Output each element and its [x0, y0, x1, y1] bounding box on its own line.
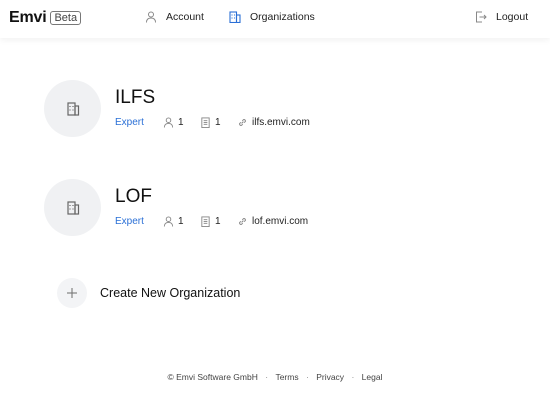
member-count-value: 1	[178, 216, 184, 227]
footer-separator: ·	[351, 372, 355, 382]
nav-organizations-label: Organizations	[250, 11, 315, 23]
page-count: 1	[200, 117, 237, 128]
page-count: 1	[200, 216, 237, 227]
building-icon	[229, 11, 241, 23]
organization-domain: ilfs.emvi.com	[252, 117, 310, 128]
nav-account[interactable]: Account	[145, 11, 204, 23]
page-count-value: 1	[215, 216, 221, 227]
logo[interactable]: Emvi Beta	[9, 9, 82, 27]
plan-badge: Expert	[115, 117, 144, 128]
user-icon	[163, 216, 174, 227]
organization-card: ILFS Expert 1 1 ilfs.emvi.com	[44, 80, 504, 138]
user-icon	[146, 11, 156, 23]
organization-avatar[interactable]	[44, 179, 101, 236]
legal-link[interactable]: Legal	[362, 372, 383, 382]
organization-domain: lof.emvi.com	[252, 216, 309, 227]
copyright-text: © Emvi Software GmbH	[167, 372, 258, 382]
organization-name[interactable]: LOF	[115, 186, 152, 208]
organization-card: LOF Expert 1 1 lof.emvi.com	[44, 179, 504, 237]
organization-avatar[interactable]	[44, 80, 101, 137]
beta-badge: Beta	[50, 11, 82, 25]
member-count: 1	[163, 216, 200, 227]
organization-name[interactable]: ILFS	[115, 87, 155, 109]
building-icon	[66, 101, 79, 116]
terms-link[interactable]: Terms	[275, 372, 298, 382]
member-count-value: 1	[178, 117, 184, 128]
building-icon	[66, 200, 79, 215]
logout-icon	[476, 11, 487, 23]
footer-separator: ·	[265, 372, 269, 382]
privacy-link[interactable]: Privacy	[316, 372, 344, 382]
organization-domain-link[interactable]: ilfs.emvi.com	[237, 117, 310, 128]
page-count-value: 1	[215, 117, 221, 128]
organization-domain-link[interactable]: lof.emvi.com	[237, 216, 308, 227]
document-icon	[201, 117, 210, 128]
organization-meta: Expert 1 1 ilfs.emvi.com	[115, 117, 310, 128]
footer: © Emvi Software GmbH · Terms · Privacy ·…	[0, 372, 550, 382]
footer-separator: ·	[305, 372, 309, 382]
plan-badge: Expert	[115, 216, 144, 227]
nav-account-label: Account	[166, 11, 204, 23]
user-icon	[163, 117, 174, 128]
nav-logout[interactable]: Logout	[475, 11, 528, 23]
top-bar: Emvi Beta Account Organizations Logout	[0, 0, 550, 38]
create-organization-label: Create New Organization	[100, 286, 241, 300]
member-count: 1	[163, 117, 200, 128]
nav-organizations[interactable]: Organizations	[229, 11, 315, 23]
link-icon	[239, 119, 246, 126]
organization-meta: Expert 1 1 lof.emvi.com	[115, 216, 308, 227]
create-organization-button[interactable]: Create New Organization	[57, 278, 240, 308]
plus-icon	[57, 278, 87, 308]
nav-logout-label: Logout	[496, 11, 529, 23]
logo-text: Emvi	[9, 9, 47, 26]
document-icon	[201, 216, 210, 227]
link-icon	[239, 218, 246, 225]
